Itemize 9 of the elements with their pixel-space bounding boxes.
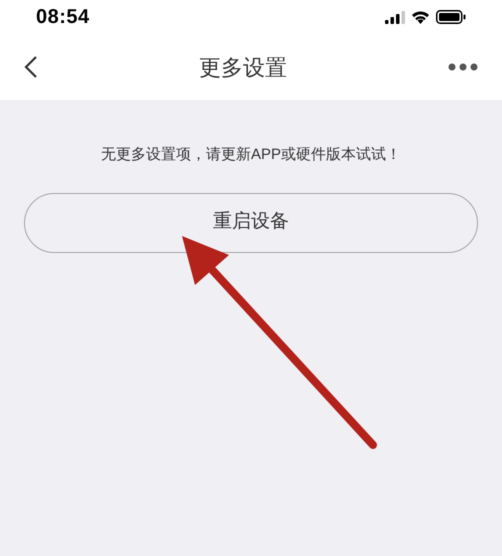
status-time: 08:54: [36, 5, 90, 30]
restart-button[interactable]: 重启设备: [24, 192, 478, 252]
battery-icon: [436, 10, 466, 24]
signal-icon: [385, 10, 405, 24]
more-icon[interactable]: [448, 63, 478, 71]
page-title: 更多设置: [199, 54, 287, 82]
back-icon[interactable]: [24, 55, 38, 79]
wifi-icon: [411, 10, 430, 24]
info-message: 无更多设置项，请更新APP或硬件版本试试！: [100, 145, 401, 165]
